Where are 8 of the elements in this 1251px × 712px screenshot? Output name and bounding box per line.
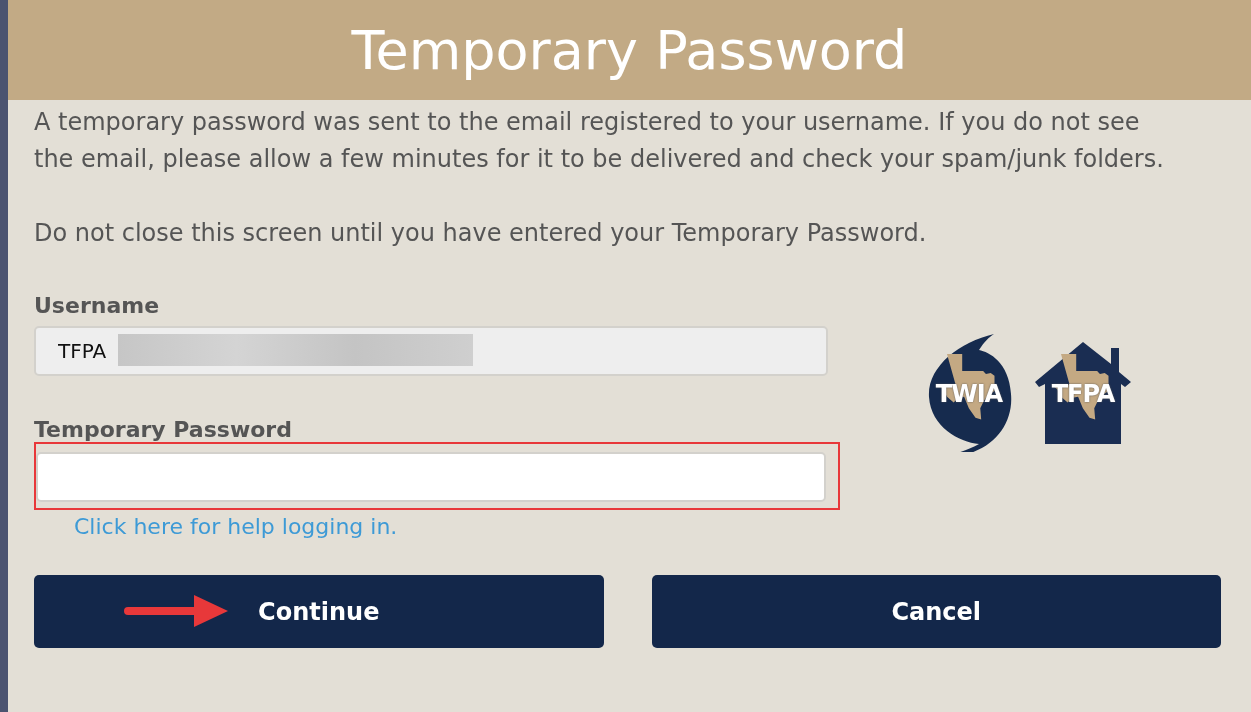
field-label: Temporary Password (34, 416, 293, 444)
continue-button[interactable]: Continue (34, 575, 604, 648)
dialog-title: Temporary Password (351, 18, 908, 82)
input-field[interactable] (36, 452, 826, 502)
cancel-button[interactable]: Cancel (651, 575, 1221, 648)
field-label: Username (34, 292, 161, 320)
warning-message: Do not close this screen until you have entered your Temporary Password. (34, 218, 928, 249)
info-message: A temporary password was sent to the email registered to your username. If you do not see the email, please allow a few minutes for it to be delivered and check your spam/junk folders. (34, 107, 1165, 175)
